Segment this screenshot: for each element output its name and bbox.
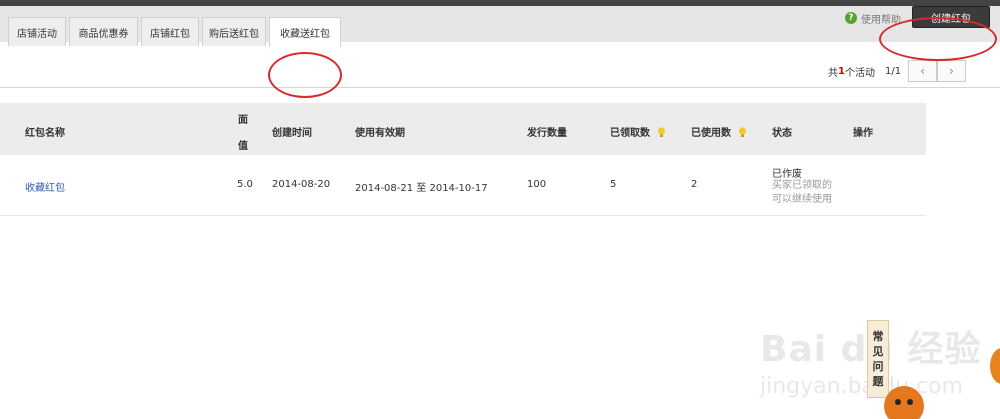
lightbulb-icon[interactable]: [657, 127, 666, 138]
cell-issued: 100: [527, 179, 547, 190]
faq-char-3: 问: [872, 360, 884, 373]
col-status: 状态: [772, 128, 792, 139]
col-created: 创建时间: [272, 128, 312, 139]
faq-widget[interactable]: 常 见 问 题: [867, 320, 889, 398]
col-used: 已使用数: [691, 124, 747, 139]
annotation-circle-tab: [268, 52, 342, 98]
side-float-icon[interactable]: [990, 348, 1000, 384]
cell-validity: 2014-08-21 至 2014-10-17: [355, 183, 488, 194]
tab-shop-red-packet[interactable]: 店铺红包: [141, 17, 199, 46]
help-link[interactable]: ? 使用帮助: [845, 11, 901, 26]
chevron-left-icon: ‹: [920, 64, 925, 78]
col-actions: 操作: [853, 128, 873, 139]
faq-char-2: 见: [872, 345, 884, 358]
cell-used: 2: [691, 179, 698, 190]
tab-post-purchase-red-packet[interactable]: 购后送红包: [202, 17, 266, 46]
col-name: 红包名称: [25, 128, 65, 139]
tab-product-coupon[interactable]: 商品优惠券: [69, 17, 138, 46]
question-icon: ?: [845, 12, 857, 24]
mascot-eye: [895, 399, 901, 405]
cell-received: 5: [610, 179, 617, 190]
col-validity: 使用有效期: [355, 128, 405, 139]
cell-status: 已作废: [772, 169, 802, 180]
table-header: 红包名称 面 值 创建时间 使用有效期 发行数量 已领取数 已使用数 状态 操作: [0, 103, 926, 155]
activity-count: 1: [838, 65, 845, 77]
cell-value: 5.0: [237, 179, 253, 190]
pager-prefix: 共: [828, 67, 838, 79]
pager-suffix: 个活动: [844, 67, 875, 79]
col-issued: 发行数量: [527, 128, 567, 139]
tab-favorite-red-packet[interactable]: 收藏送红包: [269, 17, 341, 47]
cell-created: 2014-08-20: [272, 179, 331, 190]
col-received-label: 已领取数: [610, 128, 650, 139]
faq-char-4: 题: [872, 375, 884, 388]
mascot-eye: [907, 399, 913, 405]
status-note-1: 买家已领取的: [772, 180, 832, 191]
prev-page-button[interactable]: ‹: [908, 60, 937, 82]
table-row: 收藏红包 5.0 2014-08-20 2014-08-21 至 2014-10…: [0, 155, 926, 216]
lightbulb-icon[interactable]: [738, 127, 747, 138]
chevron-right-icon: ›: [949, 64, 954, 78]
tab-shop-activity[interactable]: 店铺活动: [8, 17, 66, 46]
col-received: 已领取数: [610, 124, 666, 139]
mascot-icon[interactable]: [884, 386, 924, 419]
next-page-button[interactable]: ›: [937, 60, 966, 82]
col-value-1: 面: [238, 115, 248, 126]
col-value-2: 值: [238, 141, 248, 152]
annotation-circle-create: [879, 17, 997, 61]
faq-char-1: 常: [872, 330, 884, 343]
red-packet-name-link[interactable]: 收藏红包: [25, 179, 65, 194]
col-used-label: 已使用数: [691, 128, 731, 139]
status-note-2: 可以继续使用: [772, 194, 832, 205]
page-indicator: 1/1: [884, 65, 902, 77]
pager-summary: 共 1 个活动 1/1: [828, 60, 901, 82]
